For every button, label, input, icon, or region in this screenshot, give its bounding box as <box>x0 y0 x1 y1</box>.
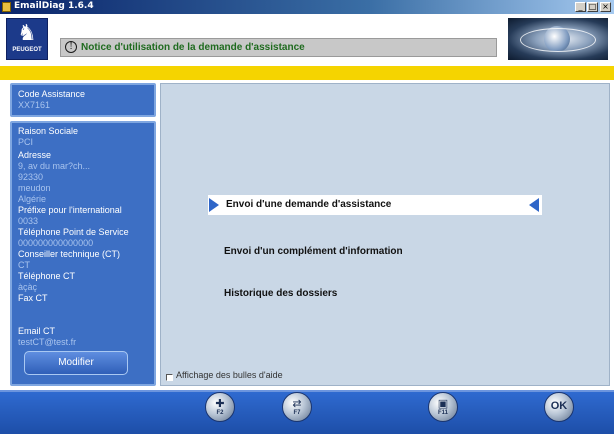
conseiller-value: CT <box>18 260 30 270</box>
tel-ct-label: Téléphone CT <box>18 271 76 281</box>
window-title-bar[interactable]: EmailDiag 1.6.4 _ □ × <box>0 0 614 14</box>
code-assistance-value: XX7161 <box>18 100 51 110</box>
help-bubbles-checkbox[interactable] <box>166 374 173 381</box>
f2-key-label: F2 <box>216 410 224 416</box>
yellow-separator <box>0 66 614 80</box>
adresse-label: Adresse <box>18 150 52 160</box>
raison-sociale-label: Raison Sociale <box>18 126 79 136</box>
adresse-line3: meudon <box>18 183 51 193</box>
menu-item-demande-assistance[interactable]: Envoi d'une demande d'assistance <box>226 199 391 210</box>
info-circle-icon: ! <box>65 41 77 53</box>
add-page-icon: ✚ <box>215 397 225 410</box>
computer-button[interactable]: ▣ F11 <box>428 392 458 422</box>
arrow-left-icon <box>529 198 539 212</box>
brand-label: PEUGEOT <box>12 47 42 53</box>
ok-button[interactable]: OK <box>544 392 574 422</box>
help-bubbles-label: Affichage des bulles d'aide <box>176 370 283 380</box>
tel-point-value: 000000000000000 <box>18 238 94 248</box>
code-assistance-label: Code Assistance <box>18 89 86 99</box>
prefixe-label: Préfixe pour l'international <box>18 205 122 215</box>
maximize-button[interactable]: □ <box>587 2 598 12</box>
prefixe-value: 0033 <box>18 216 39 226</box>
ok-icon: OK <box>550 400 568 412</box>
notice-bar[interactable]: ! Notice d'utilisation de la demande d'a… <box>60 38 497 57</box>
peugeot-logo: ♞ PEUGEOT <box>6 18 48 60</box>
tel-ct-value: àçàç <box>18 282 38 292</box>
modifier-button[interactable]: Modifier <box>24 351 128 375</box>
raison-sociale-value: PCI <box>18 137 34 147</box>
tel-point-label: Téléphone Point de Service <box>18 227 129 237</box>
conseiller-label: Conseiller technique (CT) <box>18 249 121 259</box>
transfer-button[interactable]: ⇄ F7 <box>282 392 312 422</box>
email-ct-value: testCT@test.fr <box>18 337 77 347</box>
f11-key-label: F11 <box>437 410 448 416</box>
adresse-line1: 9, av du mar?ch... <box>18 161 91 171</box>
orbit-ring <box>520 28 596 52</box>
fax-ct-label: Fax CT <box>18 293 48 303</box>
close-button[interactable]: × <box>600 2 611 12</box>
email-ct-label: Email CT <box>18 326 56 336</box>
arrow-right-icon <box>209 198 219 212</box>
f7-key-label: F7 <box>293 410 301 416</box>
transfer-icon: ⇄ <box>292 397 302 410</box>
window-title: EmailDiag 1.6.4 <box>14 1 94 11</box>
globe-banner <box>508 18 608 60</box>
minimize-button[interactable]: _ <box>575 2 586 12</box>
add-page-button[interactable]: ✚ F2 <box>205 392 235 422</box>
contact-info-panel: Raison Sociale PCI Adresse 9, av du mar?… <box>10 121 156 386</box>
menu-item-historique-dossiers[interactable]: Historique des dossiers <box>224 288 337 299</box>
lion-icon: ♞ <box>17 21 37 46</box>
menu-item-complement-information[interactable]: Envoi d'un complément d'information <box>224 246 403 257</box>
app-icon <box>2 2 11 12</box>
notice-text[interactable]: Notice d'utilisation de la demande d'ass… <box>81 42 305 53</box>
adresse-line4: Algérie <box>18 194 47 204</box>
adresse-line2: 92330 <box>18 172 44 182</box>
main-panel <box>160 83 610 386</box>
computer-icon: ▣ <box>437 397 449 410</box>
code-assistance-panel: Code Assistance XX7161 <box>10 83 156 117</box>
